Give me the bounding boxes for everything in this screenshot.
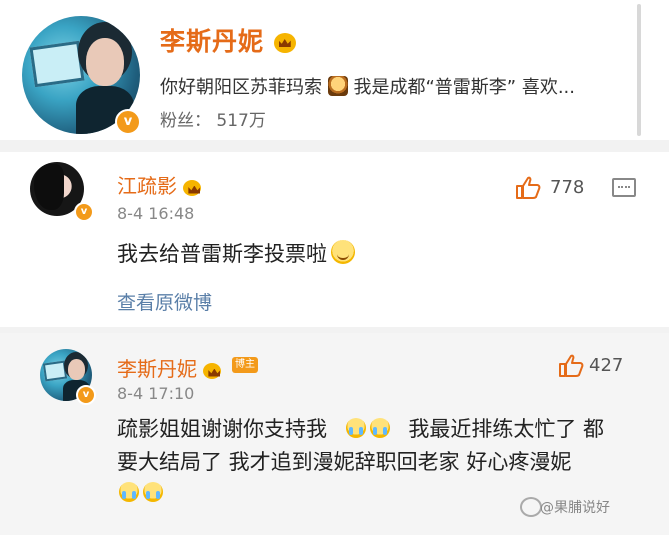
section-divider	[0, 140, 669, 152]
weibo-logo-icon	[520, 497, 542, 517]
like-count: 427	[589, 355, 624, 376]
profile-name-text[interactable]: 李斯丹妮	[160, 27, 264, 56]
commenter-name[interactable]: 李斯丹妮	[117, 353, 222, 382]
verified-icon: v	[74, 202, 94, 222]
comment-text-content: 我去给普雷斯李投票啦	[117, 242, 327, 266]
comment-item: v 江疏影 8-4 16:48 我去给普雷斯李投票啦 查看原微博 778	[0, 152, 669, 327]
comment-text: 我去给普雷斯李投票啦	[117, 238, 355, 268]
like-icon[interactable]	[515, 176, 541, 200]
comment-text-line1b: 我最近排练太忙了 都	[408, 417, 605, 441]
crown-icon	[273, 33, 296, 53]
comment-emoji-line	[117, 481, 165, 505]
bio-text-1: 你好朝阳区苏菲玛索	[160, 77, 322, 98]
profile-avatar[interactable]: v	[22, 16, 141, 135]
verified-icon: v	[115, 109, 141, 135]
fans-count: 517万	[216, 111, 266, 131]
commenter-name-text[interactable]: 江疏影	[117, 174, 177, 198]
view-original-link[interactable]: 查看原微博	[117, 288, 212, 315]
bio-text-2: 我是成都“普雷斯李” 喜欢...	[353, 77, 576, 98]
commenter-name-text[interactable]: 李斯丹妮	[117, 357, 197, 381]
cry-emoji-icon	[143, 482, 163, 502]
comment-text-line1a: 疏影姐姐谢谢你支持我	[117, 417, 327, 441]
like-icon[interactable]	[558, 354, 584, 378]
cry-emoji-icon	[345, 418, 366, 438]
smile-emoji-icon	[331, 240, 355, 264]
profile-bio: 你好朝阳区苏菲玛索 我是成都“普雷斯李” 喜欢...	[160, 73, 575, 99]
cry-emoji-icon	[369, 418, 390, 438]
comment-time: 8-4 16:48	[117, 204, 195, 223]
profile-card[interactable]: v 李斯丹妮 你好朝阳区苏菲玛索 我是成都“普雷斯李” 喜欢... 粉丝： 51…	[0, 0, 669, 140]
author-tag-badge: 博主	[232, 357, 258, 373]
comment-text: 疏影姐姐谢谢你支持我 我最近排练太忙了 都	[117, 413, 604, 443]
watermark: @果脯说好	[540, 500, 610, 516]
verified-icon: v	[76, 385, 96, 405]
cry-emoji-icon	[119, 482, 139, 502]
fans-label: 粉丝：	[160, 111, 211, 131]
crown-icon	[203, 362, 222, 379]
profile-name[interactable]: 李斯丹妮	[160, 22, 296, 58]
comment-time: 8-4 17:10	[117, 384, 195, 403]
profile-fans: 粉丝： 517万	[160, 106, 266, 131]
commenter-avatar[interactable]: v	[40, 349, 96, 405]
like-count: 778	[550, 177, 585, 198]
reply-icon[interactable]	[612, 178, 636, 197]
commenter-name[interactable]: 江疏影	[117, 170, 202, 199]
crown-icon	[183, 179, 202, 196]
comment-text-line2: 要大结局了 我才追到漫妮辞职回老家 好心疼漫妮	[117, 450, 572, 474]
person-emoji-icon	[327, 76, 348, 96]
scrollbar[interactable]	[637, 4, 641, 136]
